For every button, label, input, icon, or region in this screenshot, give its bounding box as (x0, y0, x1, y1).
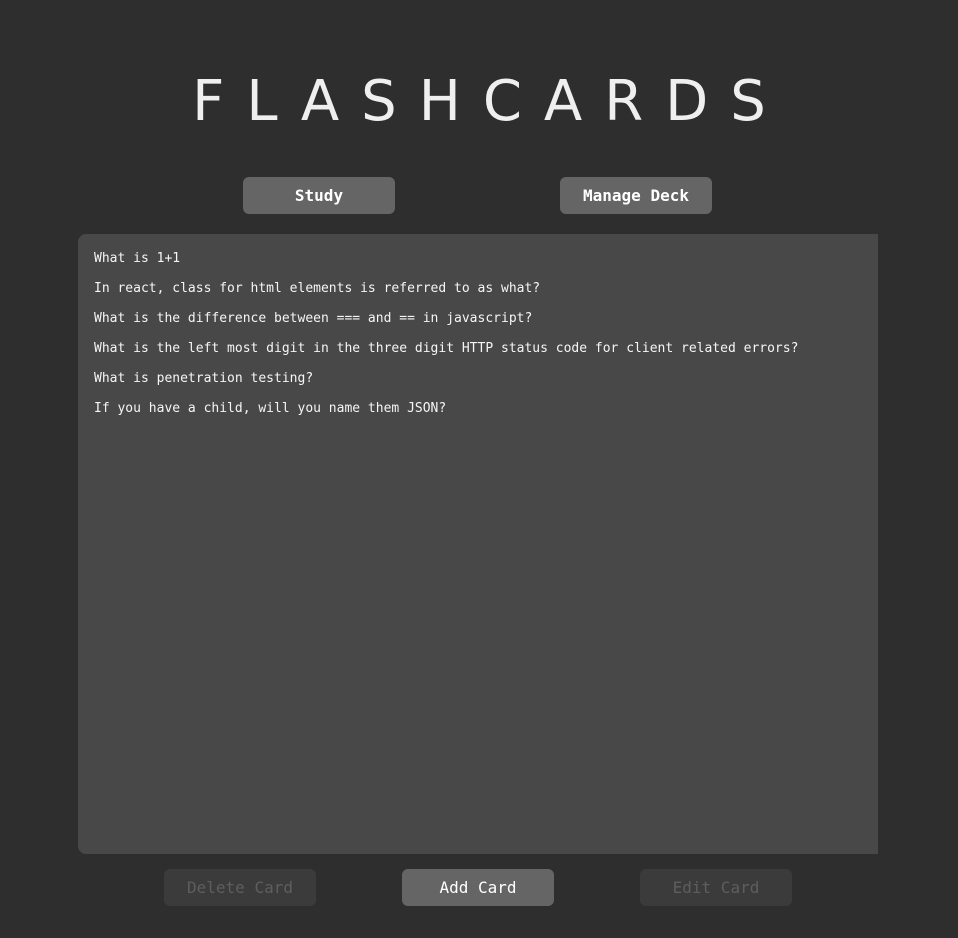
study-button[interactable]: Study (243, 177, 395, 214)
add-card-button[interactable]: Add Card (402, 869, 554, 906)
card-list: What is 1+1 In react, class for html ele… (78, 234, 878, 854)
card-list-item[interactable]: What is the left most digit in the three… (94, 339, 862, 369)
manage-deck-button[interactable]: Manage Deck (560, 177, 712, 214)
card-list-item[interactable]: In react, class for html elements is ref… (94, 279, 862, 309)
card-list-item[interactable]: What is the difference between === and =… (94, 309, 862, 339)
app-title: FLASHCARDS (192, 69, 788, 134)
edit-card-button[interactable]: Edit Card (640, 869, 792, 906)
card-list-item[interactable]: What is penetration testing? (94, 369, 862, 399)
delete-card-button[interactable]: Delete Card (164, 869, 316, 906)
card-list-item[interactable]: If you have a child, will you name them … (94, 399, 862, 429)
card-list-item[interactable]: What is 1+1 (94, 249, 862, 279)
